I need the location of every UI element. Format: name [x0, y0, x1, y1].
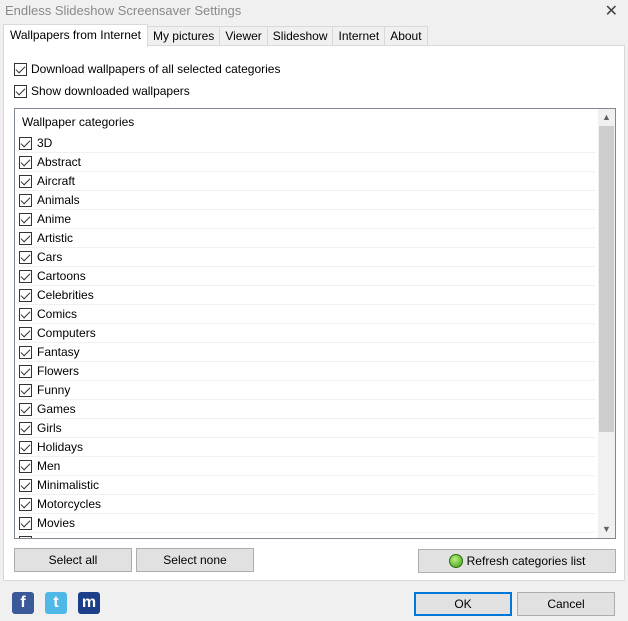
list-item[interactable]: Aircraft [19, 172, 595, 191]
list-item[interactable]: Abstract [19, 153, 595, 172]
checkbox-checked[interactable] [19, 364, 32, 378]
tab-slideshow[interactable]: Slideshow [267, 26, 334, 47]
twitter-icon[interactable]: t [45, 592, 67, 614]
myspace-icon[interactable]: m [78, 592, 100, 614]
scroll-up-icon[interactable]: ▲ [598, 109, 615, 126]
category-label: Computers [37, 326, 96, 340]
list-item[interactable]: Artistic [19, 229, 595, 248]
checkbox-checked[interactable] [19, 440, 32, 454]
categories-header: Wallpaper categories [22, 115, 135, 129]
select-all-button[interactable]: Select all [14, 548, 132, 572]
tab-internet[interactable]: Internet [333, 26, 386, 47]
category-label: Cartoons [37, 269, 86, 283]
checkbox-checked[interactable] [19, 535, 32, 538]
list-item[interactable]: Minimalistic [19, 476, 595, 495]
facebook-icon[interactable]: f [12, 592, 34, 614]
category-label: Motorcycles [37, 497, 102, 511]
close-icon[interactable]: ✕ [605, 1, 618, 21]
refresh-label: Refresh categories list [466, 554, 586, 568]
window-title: Endless Slideshow Screensaver Settings [5, 3, 242, 18]
select-none-button[interactable]: Select none [136, 548, 254, 572]
list-item[interactable]: Comics [19, 305, 595, 324]
list-item[interactable]: 3D [19, 134, 595, 153]
category-label: Flowers [37, 364, 80, 378]
category-label: Holidays [37, 440, 84, 454]
checkbox-checked[interactable] [19, 212, 32, 226]
checkbox-checked[interactable] [19, 193, 32, 207]
category-label: 3D [37, 136, 53, 150]
checkbox-checked[interactable] [19, 174, 32, 188]
show-downloaded-label: Show downloaded wallpapers [31, 84, 190, 98]
list-item[interactable]: Anime [19, 210, 595, 229]
list-item[interactable]: Holidays [19, 438, 595, 457]
checkbox-checked[interactable] [19, 402, 32, 416]
checkbox-checked[interactable] [19, 516, 32, 530]
category-label: Celebrities [37, 288, 94, 302]
list-item[interactable]: Movies [19, 514, 595, 533]
category-label: Animals [37, 193, 80, 207]
category-label: Cars [37, 250, 63, 264]
cancel-button[interactable]: Cancel [517, 592, 615, 616]
list-item[interactable]: Animals [19, 191, 595, 210]
checkbox-checked[interactable] [14, 84, 27, 98]
category-label: Men [37, 459, 61, 473]
category-label: Girls [37, 421, 62, 435]
category-label: Games [37, 402, 76, 416]
tab-wallpapers-from-internet[interactable]: Wallpapers from Internet [3, 24, 148, 47]
checkbox-checked[interactable] [19, 326, 32, 340]
category-label: Artistic [37, 231, 73, 245]
checkbox-checked[interactable] [19, 250, 32, 264]
show-downloaded-checkbox[interactable]: Show downloaded wallpapers [14, 84, 190, 98]
checkbox-checked[interactable] [19, 421, 32, 435]
download-all-label: Download wallpapers of all selected cate… [31, 62, 281, 76]
tab-my-pictures[interactable]: My pictures [147, 26, 221, 47]
download-all-checkbox[interactable]: Download wallpapers of all selected cate… [14, 62, 280, 76]
checkbox-checked[interactable] [19, 307, 32, 321]
tab-viewer[interactable]: Viewer [220, 26, 268, 47]
list-item[interactable]: Motorcycles [19, 495, 595, 514]
list-item[interactable]: Funny [19, 381, 595, 400]
category-label: Aircraft [37, 174, 76, 188]
refresh-categories-button[interactable]: Refresh categories list [418, 549, 616, 573]
checkbox-checked[interactable] [19, 497, 32, 511]
category-label: Abstract [37, 155, 82, 169]
list-item[interactable]: Girls [19, 419, 595, 438]
list-item[interactable]: Fantasy [19, 343, 595, 362]
list-item[interactable]: Games [19, 400, 595, 419]
list-item[interactable] [19, 533, 595, 538]
scrollbar-thumb[interactable] [599, 126, 614, 432]
list-item[interactable]: Men [19, 457, 595, 476]
scroll-down-icon[interactable]: ▼ [598, 521, 615, 538]
checkbox-checked[interactable] [19, 231, 32, 245]
checkbox-checked[interactable] [19, 155, 32, 169]
category-label: Fantasy [37, 345, 80, 359]
checkbox-checked[interactable] [14, 62, 27, 76]
category-label: Movies [37, 516, 76, 530]
checkbox-checked[interactable] [19, 288, 32, 302]
tab-bar: Wallpapers from Internet My pictures Vie… [3, 24, 428, 47]
list-item[interactable]: Cars [19, 248, 595, 267]
scrollbar[interactable]: ▲ ▼ [598, 109, 615, 538]
category-label: Comics [37, 307, 78, 321]
refresh-icon [448, 554, 463, 568]
checkbox-checked[interactable] [19, 269, 32, 283]
checkbox-checked[interactable] [19, 478, 32, 492]
list-item[interactable]: Flowers [19, 362, 595, 381]
category-label: Funny [37, 383, 71, 397]
tab-panel: Download wallpapers of all selected cate… [3, 45, 625, 581]
checkbox-checked[interactable] [19, 136, 32, 150]
category-label: Minimalistic [37, 478, 100, 492]
checkbox-checked[interactable] [19, 383, 32, 397]
checkbox-checked[interactable] [19, 345, 32, 359]
list-item[interactable]: Cartoons [19, 267, 595, 286]
category-label: Anime [37, 212, 72, 226]
list-item[interactable]: Celebrities [19, 286, 595, 305]
categories-list[interactable]: Wallpaper categories ▲ ▼ 3D Abstract Aircr… [14, 108, 616, 539]
ok-button[interactable]: OK [414, 592, 512, 616]
list-item[interactable]: Computers [19, 324, 595, 343]
tab-about[interactable]: About [385, 26, 428, 47]
checkbox-checked[interactable] [19, 459, 32, 473]
